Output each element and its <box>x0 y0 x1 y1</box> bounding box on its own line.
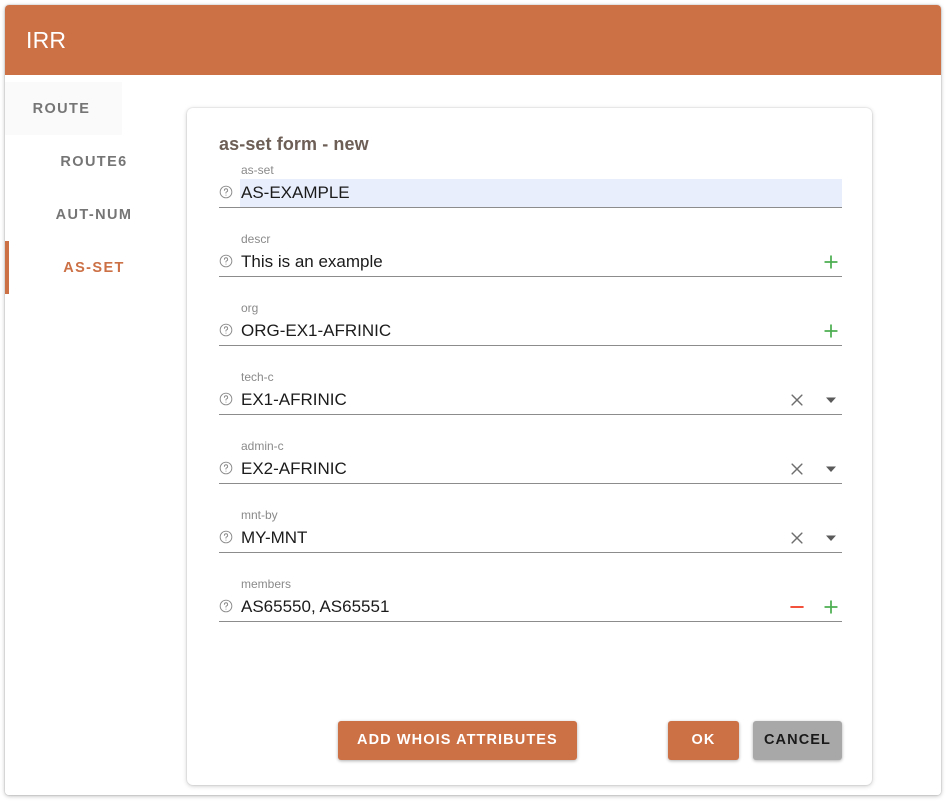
field-label: admin-c <box>241 439 842 454</box>
dropdown-mnt-by-icon[interactable] <box>820 527 842 549</box>
dialog-footer: ADD WHOIS ATTRIBUTES OK CANCEL <box>219 703 842 785</box>
field-actions <box>810 251 842 273</box>
app-body: ROUTE ROUTE6 AUT-NUM AS-SET as-set form … <box>5 75 941 795</box>
field-row: AS65550, AS65551 <box>219 593 842 622</box>
field-value: EX1-AFRINIC <box>241 388 347 412</box>
remove-members-icon[interactable] <box>786 596 808 618</box>
field-input-mnt-by[interactable]: MY-MNT <box>240 524 776 552</box>
sidebar-item-label: ROUTE <box>33 101 91 117</box>
field-input-as-set[interactable]: AS-EXAMPLE <box>240 179 842 207</box>
field-actions <box>776 389 842 411</box>
dialog-area: as-set form - new as-set AS-EX <box>187 75 941 795</box>
field-row: ORG-EX1-AFRINIC <box>219 317 842 346</box>
ok-button[interactable]: OK <box>668 721 739 760</box>
add-members-icon[interactable] <box>820 596 842 618</box>
field-actions <box>776 458 842 480</box>
field-members: members AS65550, AS65551 <box>219 577 842 622</box>
field-value: AS65550, AS65551 <box>241 595 389 619</box>
field-label: org <box>241 301 842 316</box>
field-value: This is an example <box>241 250 383 274</box>
field-input-members[interactable]: AS65550, AS65551 <box>240 593 776 621</box>
dropdown-tech-c-icon[interactable] <box>820 389 842 411</box>
add-org-icon[interactable] <box>820 320 842 342</box>
field-label: mnt-by <box>241 508 842 523</box>
field-value: ORG-EX1-AFRINIC <box>241 319 391 343</box>
app-header: IRR <box>5 5 941 75</box>
sidebar-item-as-set[interactable]: AS-SET <box>5 241 187 294</box>
sidebar-item-route[interactable]: ROUTE <box>5 82 122 135</box>
add-whois-attributes-button[interactable]: ADD WHOIS ATTRIBUTES <box>338 721 577 760</box>
as-set-form-dialog: as-set form - new as-set AS-EX <box>187 108 872 785</box>
field-actions <box>776 527 842 549</box>
cancel-button[interactable]: CANCEL <box>753 721 842 760</box>
field-actions <box>810 320 842 342</box>
field-actions <box>776 596 842 618</box>
dialog-title: as-set form - new <box>219 134 842 155</box>
field-input-admin-c[interactable]: EX2-AFRINIC <box>240 455 776 483</box>
field-input-org[interactable]: ORG-EX1-AFRINIC <box>240 317 810 345</box>
field-as-set: as-set AS-EXAMPLE <box>219 163 842 208</box>
field-label: tech-c <box>241 370 842 385</box>
field-row: MY-MNT <box>219 524 842 553</box>
app-window: IRR ROUTE ROUTE6 AUT-NUM AS-SET as-set f… <box>5 5 941 795</box>
field-row: AS-EXAMPLE <box>219 179 842 208</box>
sidebar-item-label: ROUTE6 <box>60 154 127 170</box>
sidebar-item-label: AUT-NUM <box>56 207 133 223</box>
field-input-descr[interactable]: This is an example <box>240 248 810 276</box>
sidebar-item-label: AS-SET <box>63 260 125 276</box>
field-org: org ORG-EX1-AFRINIC <box>219 301 842 346</box>
help-circle-icon[interactable] <box>219 185 233 199</box>
field-mnt-by: mnt-by MY-MNT <box>219 508 842 553</box>
field-admin-c: admin-c EX2-AFRINIC <box>219 439 842 484</box>
field-row: EX2-AFRINIC <box>219 455 842 484</box>
sidebar-item-route6[interactable]: ROUTE6 <box>5 135 187 188</box>
help-circle-icon[interactable] <box>219 599 233 613</box>
help-circle-icon[interactable] <box>219 323 233 337</box>
field-label: as-set <box>241 163 842 178</box>
field-tech-c: tech-c EX1-AFRINIC <box>219 370 842 415</box>
field-value: MY-MNT <box>241 526 307 550</box>
sidebar-item-aut-num[interactable]: AUT-NUM <box>5 188 187 241</box>
field-row: This is an example <box>219 248 842 277</box>
clear-mnt-by-icon[interactable] <box>786 527 808 549</box>
dropdown-admin-c-icon[interactable] <box>820 458 842 480</box>
clear-admin-c-icon[interactable] <box>786 458 808 480</box>
app-title: IRR <box>26 27 66 54</box>
clear-tech-c-icon[interactable] <box>786 389 808 411</box>
field-label: members <box>241 577 842 592</box>
field-descr: descr This is an example <box>219 232 842 277</box>
field-row: EX1-AFRINIC <box>219 386 842 415</box>
form-fields: as-set AS-EXAMPLE <box>219 163 842 703</box>
help-circle-icon[interactable] <box>219 392 233 406</box>
sidebar: ROUTE ROUTE6 AUT-NUM AS-SET <box>5 75 187 795</box>
help-circle-icon[interactable] <box>219 530 233 544</box>
help-circle-icon[interactable] <box>219 254 233 268</box>
field-value: EX2-AFRINIC <box>241 457 347 481</box>
field-input-tech-c[interactable]: EX1-AFRINIC <box>240 386 776 414</box>
add-descr-icon[interactable] <box>820 251 842 273</box>
field-value: AS-EXAMPLE <box>241 181 350 205</box>
help-circle-icon[interactable] <box>219 461 233 475</box>
field-label: descr <box>241 232 842 247</box>
